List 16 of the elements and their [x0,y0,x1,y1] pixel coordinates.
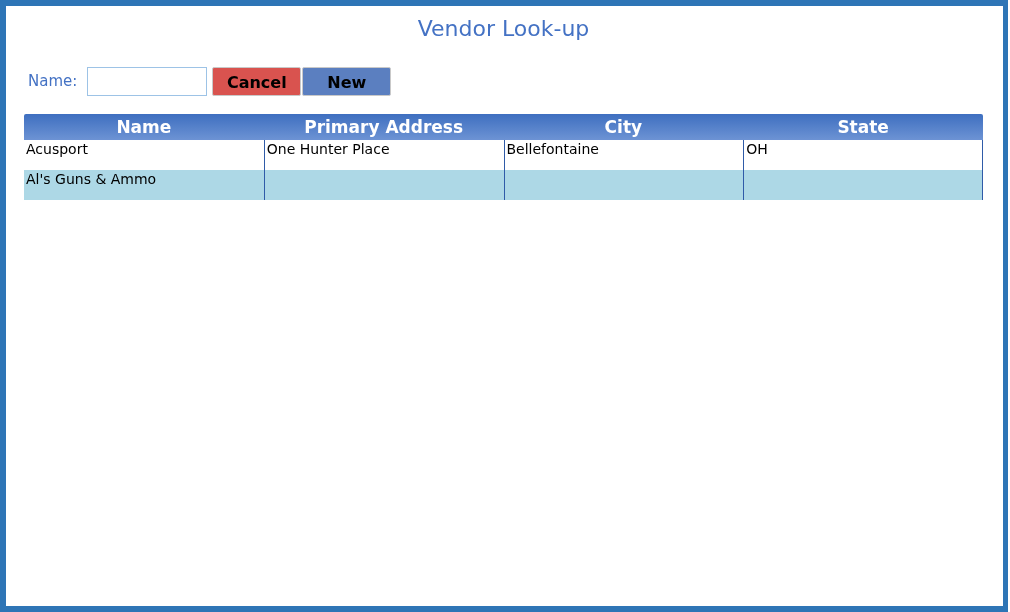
table-cell: Al's Guns & Ammo [26,171,157,187]
table-row[interactable]: Acusport One Hunter Place Bellefontaine OH [24,140,983,170]
name-field[interactable] [87,66,208,96]
cancel-button[interactable]: Cancel [212,66,302,96]
table-row[interactable]: Al's Guns & Ammo [24,170,983,200]
column-header: State [836,116,890,139]
table-cell: OH [746,141,768,157]
name-label: Name: [28,72,78,90]
table-cell: Bellefontaine [506,141,599,157]
new-button[interactable]: New [302,66,392,96]
column-header: City [603,116,644,139]
column-header: Name [115,116,173,139]
table-cell: One Hunter Place [266,141,390,157]
table-cell: Acusport [26,141,88,157]
window-title: Vendor Look-up [416,15,591,43]
column-header: Primary Address [303,116,465,139]
